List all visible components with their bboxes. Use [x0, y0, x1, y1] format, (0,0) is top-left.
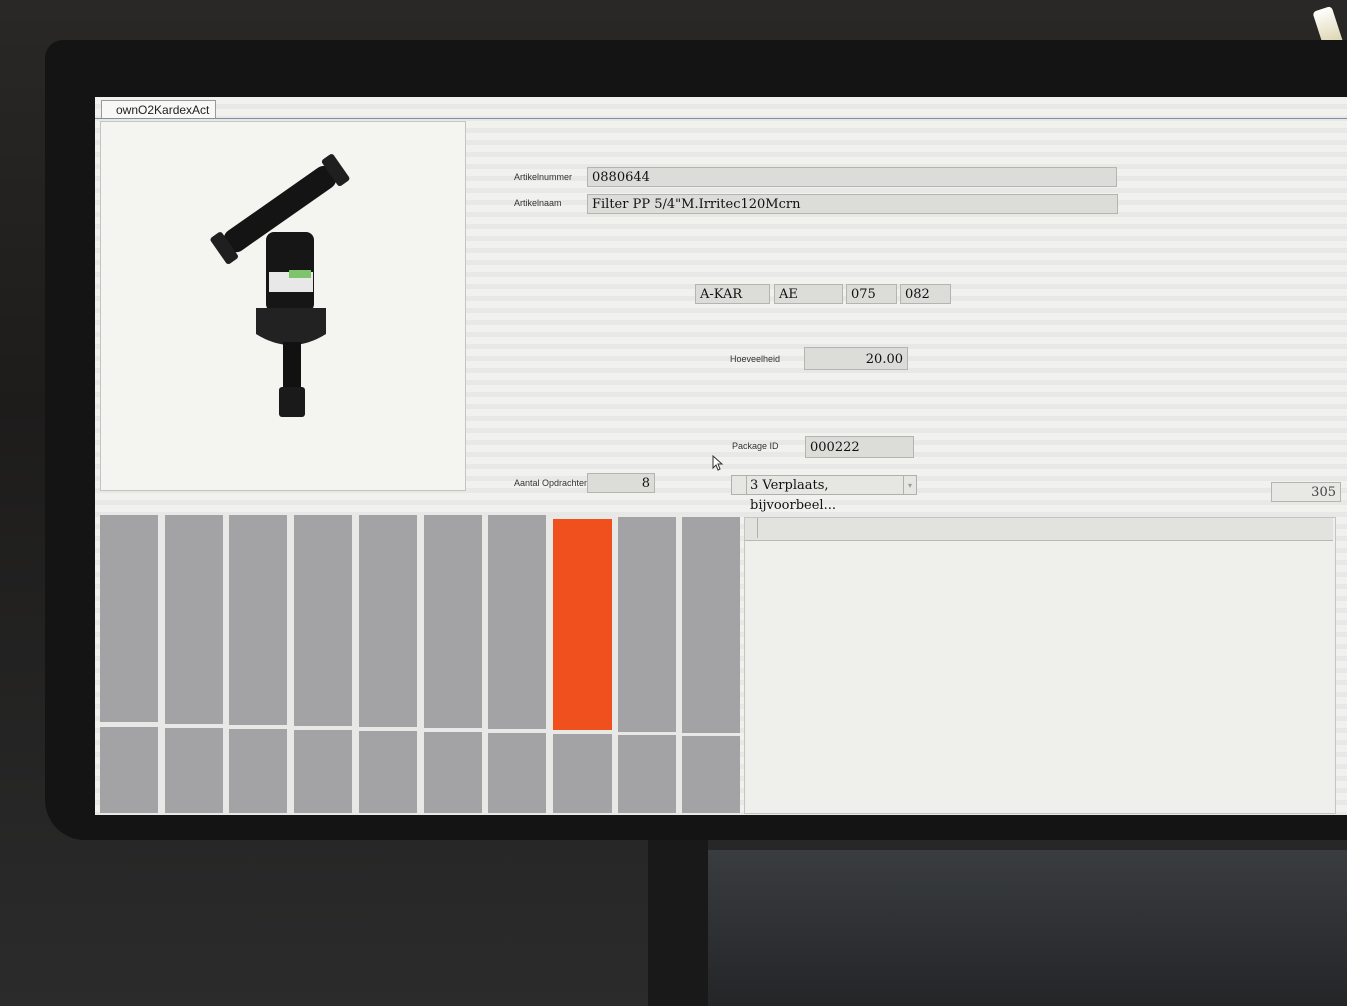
bin-r1-c8-active[interactable] — [553, 519, 612, 730]
location-code-2[interactable]: AE — [774, 284, 843, 304]
bin-r1-c4[interactable] — [294, 515, 352, 726]
article-number-field[interactable]: 0880644 — [587, 167, 1117, 187]
location-code-1[interactable]: A-KAR — [695, 284, 770, 304]
bin-r1-c1[interactable] — [100, 515, 158, 722]
bin-r2-c6[interactable] — [424, 732, 482, 813]
bin-r2-c4[interactable] — [294, 730, 352, 813]
action-select-value: 3 Verplaats, bijvoorbeel... — [750, 478, 836, 513]
bin-r2-c5[interactable] — [359, 731, 417, 813]
bin-r2-c1[interactable] — [100, 727, 158, 813]
product-image — [210, 154, 350, 417]
bin-r1-c6[interactable] — [424, 515, 482, 728]
article-number-label: Artikelnummer — [514, 172, 573, 182]
bin-r2-c2[interactable] — [165, 728, 223, 813]
bin-r1-c10[interactable] — [682, 517, 740, 733]
quantity-label: Hoeveelheid — [730, 354, 781, 364]
article-name-field[interactable]: Filter PP 5/4"M.Irritec120Mcrn — [587, 194, 1118, 214]
action-select[interactable]: 3 Verplaats, bijvoorbeel... ▾ — [731, 475, 917, 513]
bin-r1-c7[interactable] — [488, 515, 546, 729]
tab-divider — [95, 118, 1347, 119]
detail-panel-header — [745, 518, 1333, 541]
article-name-label: Artikelnaam — [514, 198, 562, 208]
quantity-field[interactable]: 20.00 — [804, 347, 908, 370]
window-tab[interactable]: ownO2KardexAct — [101, 100, 217, 119]
location-code-4[interactable]: 082 — [900, 284, 951, 304]
warehouse-ceiling — [660, 850, 1347, 1006]
order-count-label: Aantal Opdrachten — [514, 478, 590, 488]
mouse-cursor-icon — [712, 455, 724, 471]
location-code-3[interactable]: 075 — [846, 284, 897, 304]
product-image-panel — [100, 121, 466, 491]
bin-r2-c8[interactable] — [553, 734, 612, 813]
app-screen: ownO2KardexAct Artikelnummer 0880644 Art… — [95, 97, 1347, 815]
bin-r2-c3[interactable] — [229, 729, 287, 813]
detail-panel-header-cell[interactable] — [745, 518, 758, 538]
package-id-label: Package ID — [732, 441, 779, 451]
bin-r2-c7[interactable] — [488, 733, 546, 813]
chevron-down-icon[interactable]: ▾ — [903, 476, 916, 494]
package-id-field[interactable]: 000222 — [805, 436, 914, 458]
bin-r1-c3[interactable] — [229, 515, 287, 725]
monitor-stand — [648, 840, 708, 1006]
order-count-field[interactable]: 8 — [587, 473, 655, 493]
bin-r1-c5[interactable] — [359, 515, 417, 727]
bin-r2-c9[interactable] — [618, 735, 676, 813]
bin-r1-c9[interactable] — [618, 517, 676, 732]
bin-r1-c2[interactable] — [165, 515, 223, 724]
counter-field: 305 — [1271, 482, 1341, 502]
bin-r2-c10[interactable] — [682, 736, 740, 813]
detail-panel — [744, 517, 1336, 814]
kardex-bin-grid — [100, 513, 740, 813]
